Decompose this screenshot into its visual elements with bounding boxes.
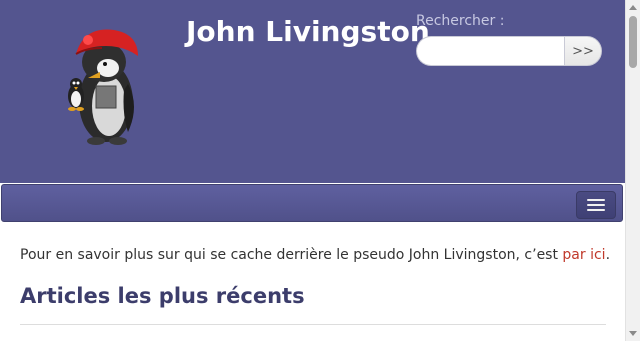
about-link[interactable]: par ici <box>562 247 605 263</box>
menu-bar <box>587 209 605 211</box>
search-input[interactable] <box>416 36 564 66</box>
menu-bar <box>587 199 605 201</box>
search-label: Rechercher : <box>416 13 505 29</box>
site-header: John Livingston Rechercher : >> <box>0 0 625 183</box>
intro-end: . <box>605 247 611 263</box>
page: John Livingston Rechercher : >> Pour en … <box>0 0 640 341</box>
search-form: >> <box>416 36 602 66</box>
penguin-mascot-icon[interactable] <box>62 24 142 146</box>
main-navbar <box>1 184 623 222</box>
scroll-up-arrow-icon[interactable] <box>629 5 637 10</box>
intro-paragraph: Pour en savoir plus sur qui se cache der… <box>20 244 610 266</box>
scroll-thumb[interactable] <box>629 16 637 68</box>
section-divider <box>20 324 606 325</box>
hamburger-menu-icon[interactable] <box>576 191 616 219</box>
vertical-scrollbar[interactable] <box>625 0 640 341</box>
site-title[interactable]: John Livingston <box>186 12 430 52</box>
menu-bar <box>587 204 605 206</box>
scroll-down-arrow-icon[interactable] <box>629 331 637 336</box>
recent-articles-heading: Articles les plus récents <box>20 284 305 308</box>
intro-text: Pour en savoir plus sur qui se cache der… <box>20 247 563 263</box>
search-submit-button[interactable]: >> <box>564 36 602 66</box>
